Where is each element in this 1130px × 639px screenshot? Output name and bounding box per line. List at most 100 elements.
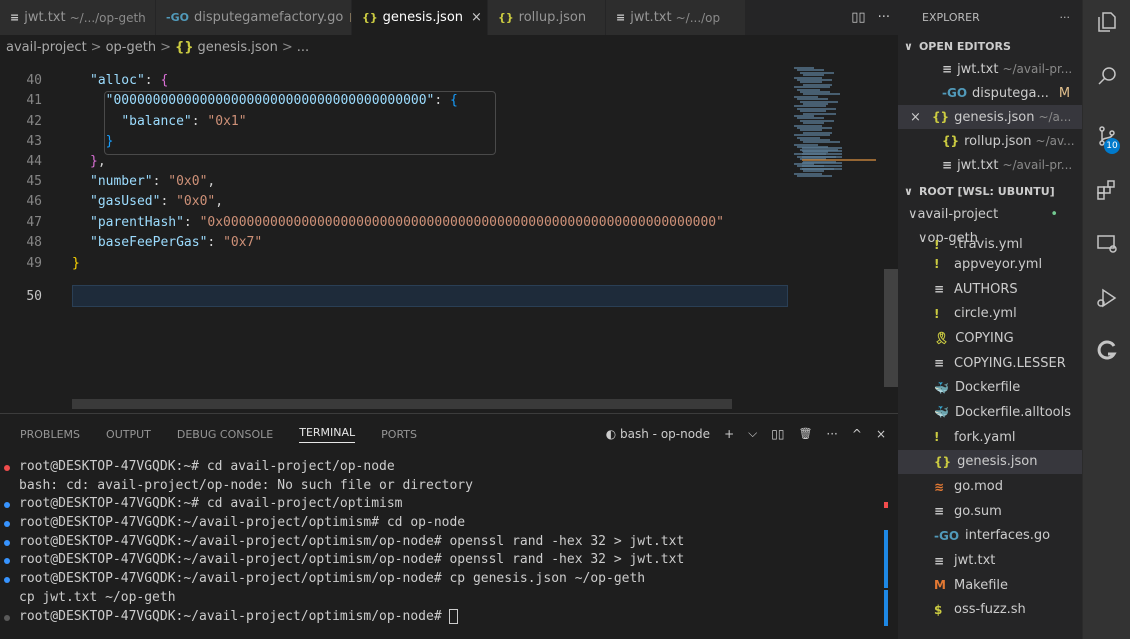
- minimap-line: [802, 150, 842, 152]
- split-terminal-icon[interactable]: ▯▯: [771, 427, 784, 441]
- more-actions-icon[interactable]: ···: [878, 10, 890, 25]
- horizontal-scrollbar[interactable]: [72, 399, 732, 409]
- file-item-go-sum[interactable]: ≡ go.sum: [898, 499, 1082, 524]
- breadcrumb-item[interactable]: ...: [297, 40, 309, 55]
- terminal-scroll-marker: [884, 608, 888, 626]
- close-icon[interactable]: ×: [471, 10, 482, 25]
- open-editor-rollup-json[interactable]: {} rollup.json ~/av...: [898, 129, 1082, 153]
- file-type-icon: -GO: [942, 86, 968, 100]
- open-editor-genesis-json[interactable]: × {} genesis.json ~/a...: [898, 105, 1082, 129]
- open-editors-list: ≡ jwt.txt ~/avail-pr... -GO disputega... M ×{…: [898, 57, 1082, 177]
- chevron-down-icon: ∨: [904, 184, 913, 198]
- file-item-jwt-txt[interactable]: ≡ jwt.txt: [898, 548, 1082, 573]
- open-editor-path: ~/a...: [1038, 110, 1072, 124]
- file-type-icon: {}: [498, 11, 514, 24]
- terminal-scroll-marker: [884, 502, 888, 508]
- breadcrumb-separator: >: [90, 39, 102, 55]
- bracket-scope-box: [104, 91, 496, 155]
- file-item-dockerfile-alltools[interactable]: 🐳 Dockerfile.alltools: [898, 400, 1082, 425]
- terminal-line: root@DESKTOP-47VGQDK:~/avail-project/opt…: [0, 533, 880, 552]
- explorer-icon[interactable]: [1095, 10, 1119, 34]
- file-item-dockerfile[interactable]: 🐳 Dockerfile: [898, 375, 1082, 400]
- terminal-line: cp jwt.txt ~/op-geth: [0, 589, 880, 608]
- file-name: genesis.json: [957, 454, 1038, 470]
- code-line: 45 "number": "0x0",: [0, 172, 790, 192]
- folder-avail-project[interactable]: ∨ avail-project •: [898, 202, 1082, 226]
- more-actions-icon[interactable]: ···: [1060, 11, 1071, 24]
- file-name: fork.yaml: [954, 429, 1016, 445]
- file-type-icon: 🐳: [934, 405, 949, 420]
- file-item-fork-yaml[interactable]: ! fork.yaml: [898, 425, 1082, 450]
- tab-jwt-txt[interactable]: ≡ jwt.txt ~/.../op: [606, 0, 746, 35]
- search-icon[interactable]: [1095, 64, 1119, 88]
- tab-genesis-json[interactable]: {} genesis.json ×: [352, 0, 488, 35]
- file-type-icon: {}: [362, 11, 378, 24]
- file-item-circle-yml[interactable]: ! circle.yml: [898, 301, 1082, 326]
- terminal-selector[interactable]: ◐ bash - op-node: [606, 427, 710, 441]
- file-item-interfaces-go[interactable]: -GO interfaces.go: [898, 524, 1082, 549]
- file-item-oss-fuzz-sh[interactable]: $ oss-fuzz.sh: [898, 598, 1082, 623]
- panel-tab-terminal[interactable]: TERMINAL: [299, 426, 356, 443]
- open-editor-disputega-[interactable]: -GO disputega... M: [898, 81, 1082, 105]
- remote-explorer-icon[interactable]: [1095, 232, 1119, 256]
- more-icon[interactable]: ···: [826, 427, 837, 441]
- gitlens-icon[interactable]: [1095, 338, 1119, 362]
- vertical-scrollbar[interactable]: [884, 269, 898, 387]
- close-panel-icon[interactable]: ×: [876, 427, 886, 441]
- file-type-icon: ≡: [10, 11, 20, 24]
- command-decoration: [4, 577, 10, 584]
- open-editor-jwt-txt[interactable]: ≡ jwt.txt ~/avail-pr...: [898, 153, 1082, 177]
- tab-jwt-txt[interactable]: ≡ jwt.txt ~/.../op-geth: [0, 0, 156, 35]
- line-number: 44: [26, 154, 42, 169]
- breadcrumb-item[interactable]: op-geth: [106, 40, 156, 55]
- file-item-genesis-json[interactable]: {} genesis.json: [898, 449, 1082, 475]
- tab-path: ~/.../op-geth: [69, 10, 146, 25]
- trash-icon[interactable]: 🗑: [798, 427, 812, 440]
- panel-tab-ports[interactable]: PORTS: [381, 428, 417, 441]
- code-text: "baseFeePerGas": "0x7": [90, 233, 262, 253]
- open-editors-section[interactable]: ∨ OPEN EDITORS: [898, 35, 1082, 57]
- maximize-icon[interactable]: ^: [852, 427, 862, 441]
- minimap-line: [802, 147, 842, 149]
- line-number: 46: [26, 194, 42, 209]
- file-item-makefile[interactable]: M Makefile: [898, 573, 1082, 598]
- panel-tab-output[interactable]: OUTPUT: [106, 428, 151, 441]
- file-item-appveyor-yml[interactable]: ! appveyor.yml: [898, 252, 1082, 277]
- close-icon[interactable]: ×: [910, 110, 924, 125]
- dropdown-icon[interactable]: ⌵: [748, 426, 757, 441]
- code-token: ,: [97, 154, 106, 169]
- panel-tab-debug-console[interactable]: DEBUG CONSOLE: [177, 428, 273, 441]
- open-editor-name: jwt.txt: [957, 157, 999, 173]
- breadcrumb-item[interactable]: avail-project: [6, 40, 87, 55]
- terminal-text: root@DESKTOP-47VGQDK:~# cd avail-project…: [19, 459, 395, 474]
- file-name: Dockerfile: [954, 380, 1021, 396]
- tab-rollup-json[interactable]: {} rollup.json: [488, 0, 606, 35]
- code-token: "0x7": [223, 235, 263, 250]
- json-file-icon: {}: [174, 39, 194, 55]
- minimap[interactable]: [788, 59, 884, 413]
- line-number: 45: [26, 174, 42, 189]
- file-item-copying[interactable]: 🎗 COPYING: [898, 326, 1082, 351]
- terminal[interactable]: root@DESKTOP-47VGQDK:~# cd avail-project…: [0, 458, 888, 626]
- file-name: oss-fuzz.sh: [954, 602, 1026, 618]
- file-type-icon: !: [934, 238, 940, 252]
- open-editor-jwt-txt[interactable]: ≡ jwt.txt ~/avail-pr...: [898, 57, 1082, 81]
- run-debug-icon[interactable]: [1095, 286, 1119, 310]
- tab-disputegamefactory-go[interactable]: -GOdisputegamefactory.goM: [156, 0, 352, 35]
- code-token: "alloc": [90, 73, 145, 88]
- new-terminal-icon[interactable]: +: [724, 427, 734, 441]
- file-name: COPYING.LESSER: [954, 355, 1066, 371]
- terminal-scroll-marker: [884, 530, 888, 570]
- code-editor[interactable]: 40 "alloc": {41 "000000000000000000000000…: [0, 59, 898, 413]
- file-item-authors[interactable]: ≡ AUTHORS: [898, 277, 1082, 302]
- extensions-icon[interactable]: [1095, 178, 1119, 202]
- split-editor-icon[interactable]: ▯▯: [851, 10, 865, 25]
- panel-tab-problems[interactable]: PROBLEMS: [20, 428, 80, 441]
- breadcrumb-item[interactable]: genesis.json: [197, 40, 277, 55]
- tab-label: jwt.txt: [630, 10, 672, 25]
- open-editor-name: disputega...: [972, 85, 1049, 101]
- root-folder-section[interactable]: ∨ ROOT [WSL: UBUNTU]: [898, 180, 1082, 202]
- minimap-line: [802, 153, 842, 155]
- file-item-go-mod[interactable]: ≋ go.mod: [898, 474, 1082, 499]
- file-item-copying-lesser[interactable]: ≡ COPYING.LESSER: [898, 351, 1082, 376]
